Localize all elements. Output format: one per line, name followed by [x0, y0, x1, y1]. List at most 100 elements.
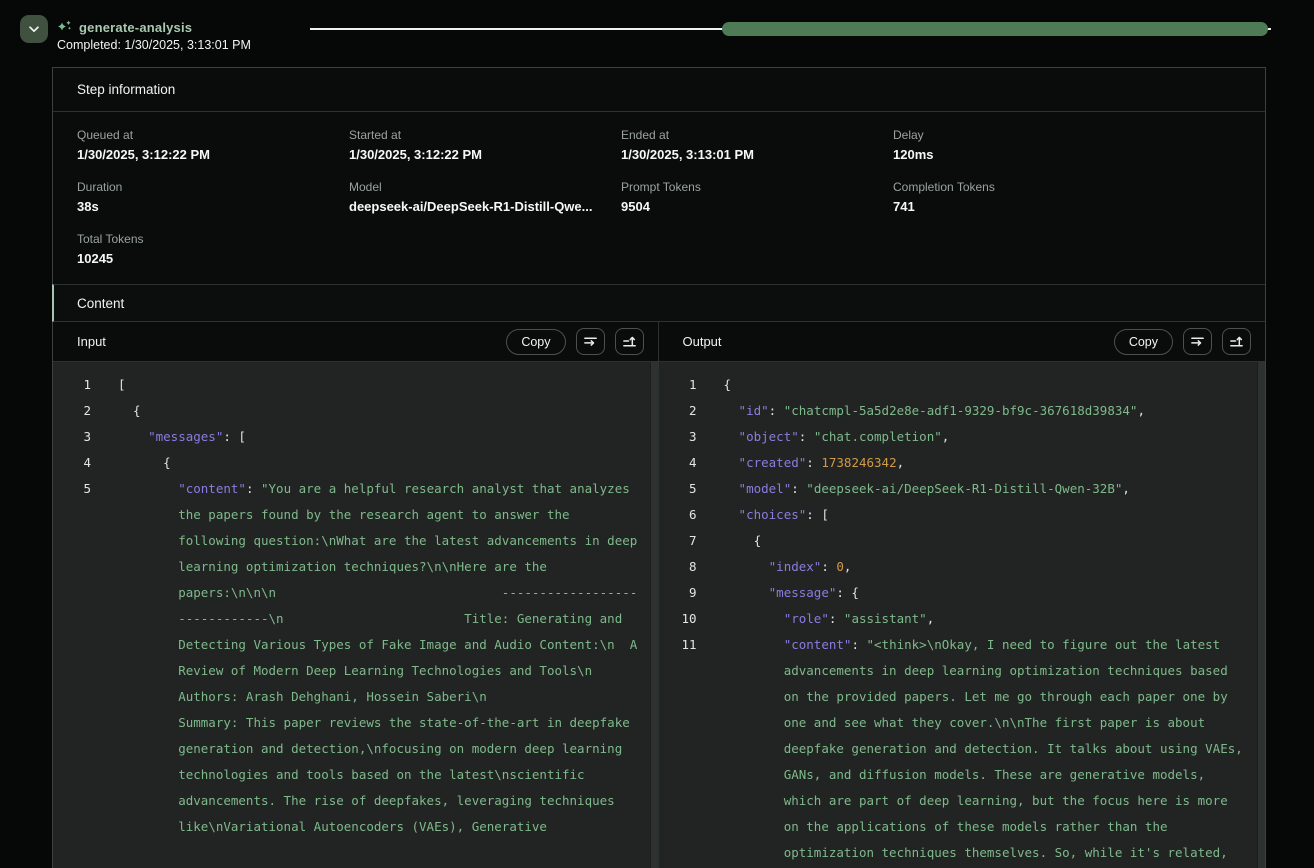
code-line: 8 "index": 0,: [659, 554, 1266, 580]
code-text: "id": "chatcmpl-5a5d2e8e-adf1-9329-bf9c-…: [724, 398, 1248, 424]
step-information-header[interactable]: Step information: [53, 68, 1265, 112]
code-text: "index": 0,: [724, 554, 1248, 580]
input-panel: Input Copy: [53, 322, 659, 868]
output-expand-button[interactable]: [1222, 328, 1251, 355]
info-field-ended-at: Ended at1/30/2025, 3:13:01 PM: [621, 128, 893, 162]
code-line: 2"id": "chatcmpl-5a5d2e8e-adf1-9329-bf9c…: [659, 398, 1266, 424]
line-number: 11: [659, 632, 697, 866]
output-copy-button[interactable]: Copy: [1114, 329, 1173, 355]
info-field-model: Model deepseek-ai/DeepSeek-R1-Distill-Qwe…: [349, 180, 621, 214]
step-information-grid: Queued at1/30/2025, 3:12:22 PMStarted at…: [53, 112, 1265, 284]
code-line: 3 "messages": [: [53, 424, 658, 450]
info-field-duration: Duration 38s: [77, 180, 349, 214]
info-field-label: Queued at: [77, 128, 349, 142]
code-line: 6"choices": [: [659, 502, 1266, 528]
wrap-text-icon: [1190, 334, 1205, 349]
info-field-total-tokens: Total Tokens 10245: [77, 232, 349, 266]
info-field-queued-at: Queued at 1/30/2025, 3:12:22 PM: [77, 128, 349, 162]
code-line: 5"content": "You are a helpful research …: [53, 476, 658, 840]
content-section-title: Content: [77, 296, 124, 311]
code-line: 9"message": {: [659, 580, 1266, 606]
code-line: 4 "created": 1738246342,: [659, 450, 1266, 476]
input-copy-button[interactable]: Copy: [506, 329, 565, 355]
input-scrollbar[interactable]: [650, 362, 658, 868]
line-number: 8: [659, 554, 697, 580]
info-field-value: 120ms: [893, 147, 1165, 162]
input-wrap-text-button[interactable]: [576, 328, 605, 355]
input-panel-header: Input Copy: [53, 322, 658, 362]
code-line: 1[: [53, 372, 658, 398]
info-field-value: 9504: [621, 199, 893, 214]
code-text: "model": "deepseek-ai/DeepSeek-R1-Distil…: [724, 476, 1248, 502]
info-field-value: 10245: [77, 251, 349, 266]
output-panel-header: Output Copy: [659, 322, 1266, 362]
info-field-completion-tokens: Completion Tokens 741: [893, 180, 1165, 214]
info-field-label: Prompt Tokens: [621, 180, 893, 194]
code-text: {: [724, 372, 1248, 398]
collapse-step-button[interactable]: [20, 15, 48, 43]
info-field-prompt-tokens: Prompt Tokens 9504: [621, 180, 893, 214]
code-line: 2{: [53, 398, 658, 424]
line-number: 3: [659, 424, 697, 450]
chevron-down-icon: [27, 22, 41, 36]
info-field-label: Ended at: [621, 128, 893, 142]
step-details-card: Step information Queued at1/30/2025, 3:1…: [52, 67, 1266, 868]
line-number: 1: [659, 372, 697, 398]
code-text: "object": "chat.completion",: [724, 424, 1248, 450]
line-number: 4: [659, 450, 697, 476]
line-number: 2: [53, 398, 91, 424]
code-text: "messages": [: [118, 424, 640, 450]
code-line: 3 "object": "chat.completion",: [659, 424, 1266, 450]
output-panel: Output Copy: [659, 322, 1266, 868]
code-line: 10"role": "assistant",: [659, 606, 1266, 632]
info-field-label: Delay: [893, 128, 1165, 142]
line-number: 5: [659, 476, 697, 502]
line-number: 4: [53, 450, 91, 476]
code-text: {: [118, 450, 640, 476]
output-wrap-text-button[interactable]: [1183, 328, 1212, 355]
code-text: {: [118, 398, 640, 424]
sparkles-icon: [56, 20, 74, 36]
line-number: 1: [53, 372, 91, 398]
info-field-value: 38s: [77, 199, 349, 214]
code-line: 5 "model": "deepseek-ai/DeepSeek-R1-Disti…: [659, 476, 1266, 502]
info-field-value: 1/30/2025, 3:12:22 PM: [77, 147, 349, 162]
line-number: 9: [659, 580, 697, 606]
output-scrollbar[interactable]: [1257, 362, 1265, 868]
info-field-delay: Delay 120ms: [893, 128, 1165, 162]
input-expand-button[interactable]: [615, 328, 644, 355]
code-line: 1{: [659, 372, 1266, 398]
info-field-value: 741: [893, 199, 1165, 214]
info-field-started-at: Started at 1/30/2025, 3:12:22 PM: [349, 128, 621, 162]
expand-top-icon: [622, 334, 637, 349]
wrap-text-icon: [583, 334, 598, 349]
code-line: 11"content": "<think>\nOkay, I need to f…: [659, 632, 1266, 866]
line-number: 6: [659, 502, 697, 528]
step-information-title: Step information: [77, 82, 175, 97]
code-text: "created": 1738246342,: [724, 450, 1248, 476]
step-name: generate-analysis: [79, 20, 192, 35]
code-text: {: [724, 528, 1248, 554]
info-field-label: Started at: [349, 128, 621, 142]
input-code-viewer: 1[2{3"messages": [4{5"content": "You are…: [53, 362, 658, 868]
output-panel-title: Output: [683, 334, 1114, 349]
top-bar: generate-analysis Completed: 1/30/2025, …: [0, 0, 1314, 67]
line-number: 10: [659, 606, 697, 632]
line-number: 7: [659, 528, 697, 554]
line-number: 3: [53, 424, 91, 450]
code-text: "content": "<think>\nOkay, I need to fig…: [724, 632, 1248, 866]
timeline-step-bar[interactable]: [722, 22, 1268, 36]
input-output-panels: Input Copy: [53, 322, 1265, 868]
info-field-value: 1/30/2025, 3:12:22 PM: [349, 147, 621, 162]
info-field-label: Completion Tokens: [893, 180, 1165, 194]
info-field-label: Total Tokens: [77, 232, 349, 246]
info-field-label: Duration: [77, 180, 349, 194]
content-section-header[interactable]: Content: [52, 284, 1265, 322]
output-code-viewer: 1{2"id": "chatcmpl-5a5d2e8e-adf1-9329-bf…: [659, 362, 1266, 868]
input-panel-title: Input: [77, 334, 506, 349]
code-text: "content": "You are a helpful research a…: [118, 476, 640, 840]
code-line: 7{: [659, 528, 1266, 554]
info-field-value: deepseek-ai/DeepSeek-R1-Distill-Qwe...: [349, 199, 621, 214]
code-line: 4{: [53, 450, 658, 476]
info-field-label: Model: [349, 180, 621, 194]
